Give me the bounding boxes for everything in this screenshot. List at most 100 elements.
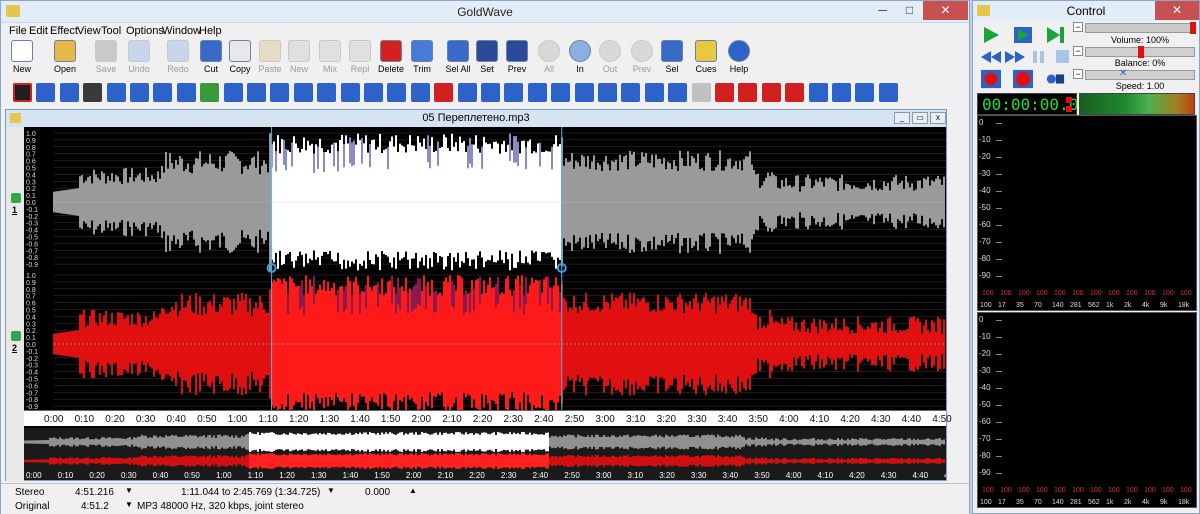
volume-minus-button[interactable]: − (1073, 22, 1083, 32)
timeline-ruler[interactable]: 0:00 0:10 0:20 0:30 0:40 0:50 1:00 1:10 1:20 1:30… (24, 410, 952, 426)
play-icon[interactable] (979, 25, 1003, 45)
volume-slider[interactable] (1085, 22, 1196, 34)
balance-slider[interactable] (1085, 46, 1195, 58)
toolbar-button-8[interactable]: New (284, 40, 314, 80)
toolbar-button-9[interactable]: Mix (315, 40, 345, 80)
invert-icon[interactable] (223, 83, 243, 102)
channel-2-enable-icon[interactable] (11, 331, 21, 341)
status-dropdown-3-icon[interactable]: ▲ (409, 486, 417, 495)
toolbar-button-1[interactable]: Open (50, 40, 80, 80)
fade-out-icon[interactable] (551, 83, 571, 102)
cd-filter-icon[interactable] (738, 83, 758, 102)
equalizer-icon[interactable] (153, 83, 173, 102)
channel-1-enable-icon[interactable] (11, 193, 21, 203)
toolbar-button-4[interactable]: Redo (163, 40, 193, 80)
sound-minimize-button[interactable]: _ (894, 112, 910, 124)
spectrum-filter-icon[interactable] (434, 83, 454, 102)
toolbar-button-14[interactable]: Set (472, 40, 502, 80)
waveform-display[interactable]: 1.00.90.80.70.60.50.40.30.20.10.0-0.1-0.… (24, 127, 946, 410)
menu-tool[interactable]: Tool (101, 25, 121, 37)
resample-icon[interactable] (36, 83, 56, 102)
record-icon[interactable] (979, 69, 1003, 89)
timer-icon[interactable] (832, 83, 851, 102)
time-marker-icon[interactable] (808, 83, 828, 102)
record-selection-icon[interactable] (1011, 69, 1035, 89)
control-close-button[interactable]: ✕ (1155, 1, 1199, 20)
voice-icon[interactable] (785, 83, 805, 102)
reverse-icon[interactable] (387, 83, 407, 102)
offset-icon[interactable] (293, 83, 313, 102)
overview-waveform[interactable]: 0:00 0:10 0:20 0:30 0:40 0:50 1:00 1:10 1:20 1:30… (24, 428, 946, 480)
toolbar-button-3[interactable]: Undo (124, 40, 154, 80)
noise-reduction-icon[interactable] (668, 83, 688, 102)
sound-close-button[interactable]: x (930, 112, 946, 124)
pan-icon[interactable] (317, 83, 337, 102)
toolbar-button-18[interactable]: Out (595, 40, 625, 80)
sound-restore-button[interactable]: ▭ (912, 112, 928, 124)
fast-forward-icon[interactable] (1003, 47, 1027, 67)
clip-fix-icon[interactable] (691, 83, 711, 102)
sound-window[interactable]: 05 Переплетено.mp3 _ ▭ x 1 2 1.0 0.9 0.8 0.… (5, 109, 952, 482)
stereo-icon[interactable] (457, 83, 477, 102)
auto-trim-icon[interactable] (621, 83, 641, 102)
control-properties-icon[interactable] (1043, 69, 1067, 89)
minimize-button[interactable]: ─ (869, 1, 896, 20)
toolbar-button-17[interactable]: In (565, 40, 595, 80)
toolbar-button-19[interactable]: Prev (627, 40, 657, 80)
toolbar-button-22[interactable]: Help (724, 40, 754, 80)
toolbar-button-10[interactable]: Repl (345, 40, 375, 80)
play-from-end-icon[interactable] (1043, 25, 1067, 45)
toolbar-button-21[interactable]: Cues (691, 40, 721, 80)
silence-icon[interactable] (410, 83, 430, 102)
toolbar-button-0[interactable]: New (7, 40, 37, 80)
shape-icon[interactable] (574, 83, 594, 102)
dynamics-icon[interactable] (106, 83, 126, 102)
noise-icon[interactable] (761, 83, 781, 102)
filter-icon[interactable] (200, 83, 220, 102)
toolbar-button-16[interactable]: All (534, 40, 564, 80)
compressor-icon[interactable] (644, 83, 664, 102)
toolbar-button-6[interactable]: Copy (225, 40, 255, 80)
toolbar-button-12[interactable]: Trim (407, 40, 437, 80)
status-dropdown-2-icon[interactable]: ▼ (327, 486, 335, 495)
toolbar-button-7[interactable]: Paste (255, 40, 285, 80)
mechanize-icon[interactable] (270, 83, 290, 102)
toolbar-button-13[interactable]: Sel All (443, 40, 473, 80)
rewind-icon[interactable] (979, 47, 1003, 67)
fade-in-icon[interactable] (527, 83, 547, 102)
flange-icon[interactable] (176, 83, 196, 102)
pitch-shift-icon[interactable] (340, 83, 360, 102)
menu-help[interactable]: Help (199, 25, 222, 37)
time-warp-icon[interactable] (481, 83, 500, 102)
speed-minus-button[interactable]: − (1073, 69, 1083, 79)
menu-file[interactable]: File (9, 25, 27, 37)
play-selection-icon[interactable] (1011, 25, 1035, 45)
pop-click-icon[interactable] (715, 83, 734, 102)
toolbar-button-5[interactable]: Cut (196, 40, 226, 80)
maximize-button[interactable]: □ (896, 1, 923, 20)
status-dropdown-4-icon[interactable]: ▼ (125, 500, 133, 509)
toolbar-button-20[interactable]: Sel (657, 40, 687, 80)
doppler-icon[interactable] (83, 83, 103, 102)
properties-icon[interactable] (878, 83, 898, 102)
echo-icon[interactable] (130, 83, 149, 102)
toolbar-button-11[interactable]: Delete (376, 40, 406, 80)
change-volume-icon[interactable] (598, 83, 617, 102)
pause-icon[interactable] (1027, 47, 1051, 67)
volume-icon[interactable] (504, 83, 524, 102)
stop-icon[interactable] (1051, 47, 1075, 67)
toolbar-button-2[interactable]: Save (91, 40, 121, 80)
menu-window[interactable]: Window (162, 25, 201, 37)
interpolate-icon[interactable] (247, 83, 266, 102)
menu-view[interactable]: View (77, 25, 101, 37)
pitch-icon[interactable] (59, 83, 79, 102)
close-button[interactable]: ✕ (923, 1, 968, 20)
balance-minus-button[interactable]: − (1073, 46, 1083, 56)
menu-options[interactable]: Options (126, 25, 164, 37)
status-dropdown-1-icon[interactable]: ▼ (125, 486, 133, 495)
reverb-icon[interactable] (364, 83, 383, 102)
disable-effects-icon[interactable] (13, 83, 32, 102)
clock-icon[interactable] (855, 83, 875, 102)
menu-edit[interactable]: Edit (29, 25, 48, 37)
speed-slider[interactable]: ✕ (1085, 68, 1195, 80)
